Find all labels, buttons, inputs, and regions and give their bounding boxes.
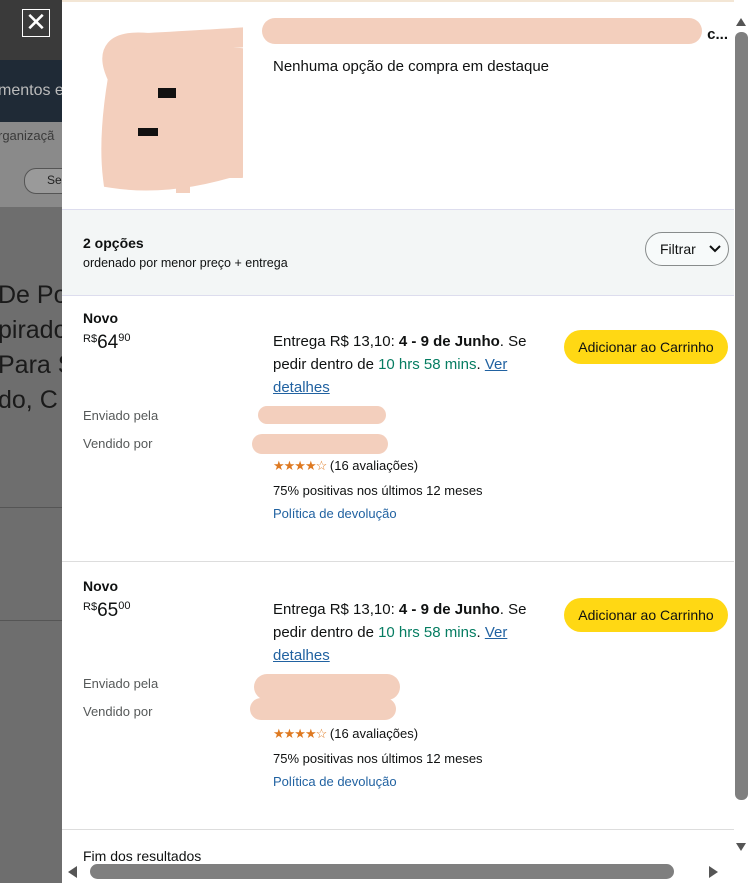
product-title: c...: [707, 26, 728, 43]
delivery-space: .: [476, 356, 485, 373]
delivery-info: Entrega R$ 13,10: 4 - 9 de Junho. Se ped…: [273, 598, 553, 667]
delivery-countdown: 10 hrs 58 mins: [378, 624, 477, 641]
offer-price: R$6500: [83, 600, 130, 622]
vertical-scroll-thumb[interactable]: [735, 32, 748, 800]
seller-rating: ★★★★☆ (16 avaliações): [273, 458, 418, 474]
background-divider: [0, 620, 62, 621]
redaction-mark: [254, 674, 400, 700]
delivery-prefix: Entrega R$ 13,10:: [273, 333, 399, 350]
product-image-redacted: [101, 27, 243, 193]
delivery-dates: 4 - 9 de Junho: [398, 601, 500, 618]
filter-button[interactable]: Filtrar: [645, 232, 729, 266]
sold-by-label: Vendido por: [83, 704, 153, 719]
scroll-up-icon[interactable]: [736, 18, 746, 26]
offer-condition: Novo: [83, 578, 118, 594]
price-fraction: 00: [118, 600, 131, 612]
background-sub-text: rganizaçã: [0, 128, 55, 143]
seller-rating: ★★★★☆ (16 avaliações): [273, 726, 418, 742]
ratings-count: (16 avaliações): [329, 726, 419, 741]
background-nav-text: mentos e: [0, 82, 64, 99]
redaction-mark: [258, 406, 386, 424]
offers-panel: c... Nenhuma opção de compra em destaque…: [62, 0, 734, 883]
star-rating-icon: ★★★★☆: [273, 726, 327, 741]
redaction-mark: [250, 698, 396, 720]
scrollbar-corner: [734, 861, 749, 883]
offer-count: 2 opções: [83, 235, 144, 251]
background-subbar: rganizaçã Sei: [0, 122, 76, 207]
close-button[interactable]: ✕: [22, 9, 50, 37]
price-whole: 64: [97, 332, 119, 353]
horizontal-scrollbar[interactable]: [62, 861, 734, 883]
star-rating-icon: ★★★★☆: [273, 458, 327, 473]
shipped-by-label: Enviado pela: [83, 676, 159, 691]
offer-card: Novo R$6490 Entrega R$ 13,10: 4 - 9 de J…: [62, 294, 734, 562]
price-whole: 65: [97, 600, 119, 621]
delivery-space: .: [476, 624, 485, 641]
offer-card: Novo R$6500 Entrega R$ 13,10: 4 - 9 de J…: [62, 562, 734, 830]
filter-label: Filtrar: [660, 241, 696, 257]
offer-condition: Novo: [83, 310, 118, 326]
return-policy-link[interactable]: Política de devolução: [273, 774, 397, 789]
price-fraction: 90: [118, 332, 131, 344]
scroll-left-icon[interactable]: [68, 866, 77, 878]
ratings-count: (16 avaliações): [329, 458, 419, 473]
horizontal-scroll-thumb[interactable]: [90, 864, 674, 879]
shipped-by-label: Enviado pela: [83, 408, 159, 423]
delivery-prefix: Entrega R$ 13,10:: [273, 601, 399, 618]
sort-description: ordenado por menor preço + entrega: [83, 256, 288, 270]
scroll-right-icon[interactable]: [709, 866, 718, 878]
offers-summary: 2 opções ordenado por menor preço + entr…: [62, 209, 734, 296]
positive-feedback: 75% positivas nos últimos 12 meses: [273, 483, 483, 498]
sold-by-label: Vendido por: [83, 436, 153, 451]
panel-top-border: [62, 0, 734, 2]
redaction-mark: [252, 434, 388, 454]
background-nav: mentos e: [0, 60, 64, 122]
scroll-down-icon[interactable]: [736, 843, 746, 851]
add-to-cart-button[interactable]: Adicionar ao Carrinho: [564, 330, 728, 364]
offer-price: R$6490: [83, 332, 130, 354]
delivery-info: Entrega R$ 13,10: 4 - 9 de Junho. Se ped…: [273, 330, 553, 399]
delivery-countdown: 10 hrs 58 mins: [378, 356, 477, 373]
price-currency: R$: [83, 333, 98, 345]
delivery-dates: 4 - 9 de Junho: [398, 333, 500, 350]
vertical-scrollbar[interactable]: [734, 0, 749, 883]
return-policy-link[interactable]: Política de devolução: [273, 506, 397, 521]
price-currency: R$: [83, 601, 98, 613]
no-featured-offer-text: Nenhuma opção de compra em destaque: [273, 58, 550, 75]
background-divider: [0, 507, 62, 508]
chevron-down-icon: [709, 245, 721, 253]
add-to-cart-button[interactable]: Adicionar ao Carrinho: [564, 598, 728, 632]
positive-feedback: 75% positivas nos últimos 12 meses: [273, 751, 483, 766]
